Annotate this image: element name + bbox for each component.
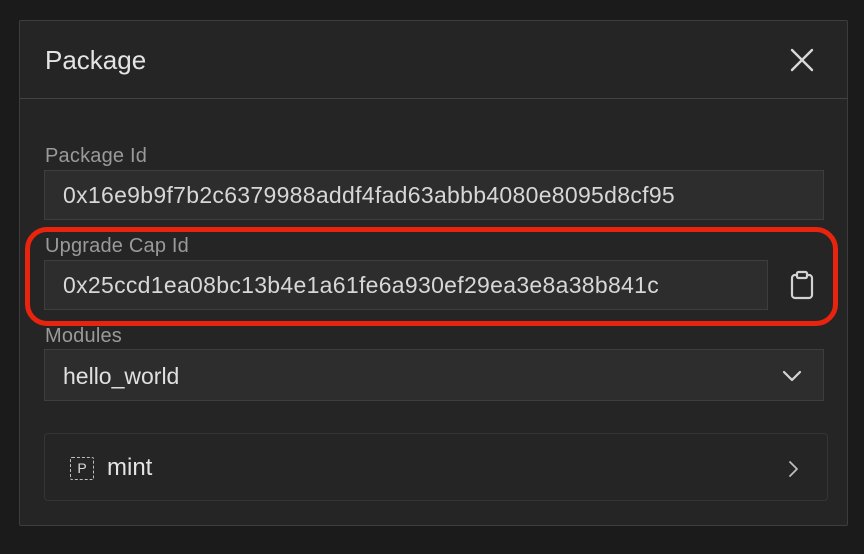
chevron-right-icon (789, 461, 798, 477)
upgrade-cap-id-field[interactable] (44, 260, 768, 310)
function-badge-icon: P (70, 457, 94, 480)
package-id-field[interactable] (44, 170, 824, 220)
upgrade-cap-id-label: Upgrade Cap Id (45, 235, 190, 257)
package-id-label: Package Id (45, 145, 148, 167)
chevron-down-icon (782, 370, 802, 382)
close-icon[interactable] (787, 45, 817, 75)
modules-select[interactable]: hello_world (44, 349, 824, 401)
panel-title: Package (45, 45, 147, 75)
function-name: mint (107, 454, 153, 481)
modules-label: Modules (45, 325, 122, 347)
function-item-mint[interactable]: P mint (44, 433, 828, 501)
panel-header: Package (20, 21, 847, 99)
clipboard-icon[interactable] (788, 270, 816, 300)
modules-selected-value: hello_world (63, 363, 180, 389)
